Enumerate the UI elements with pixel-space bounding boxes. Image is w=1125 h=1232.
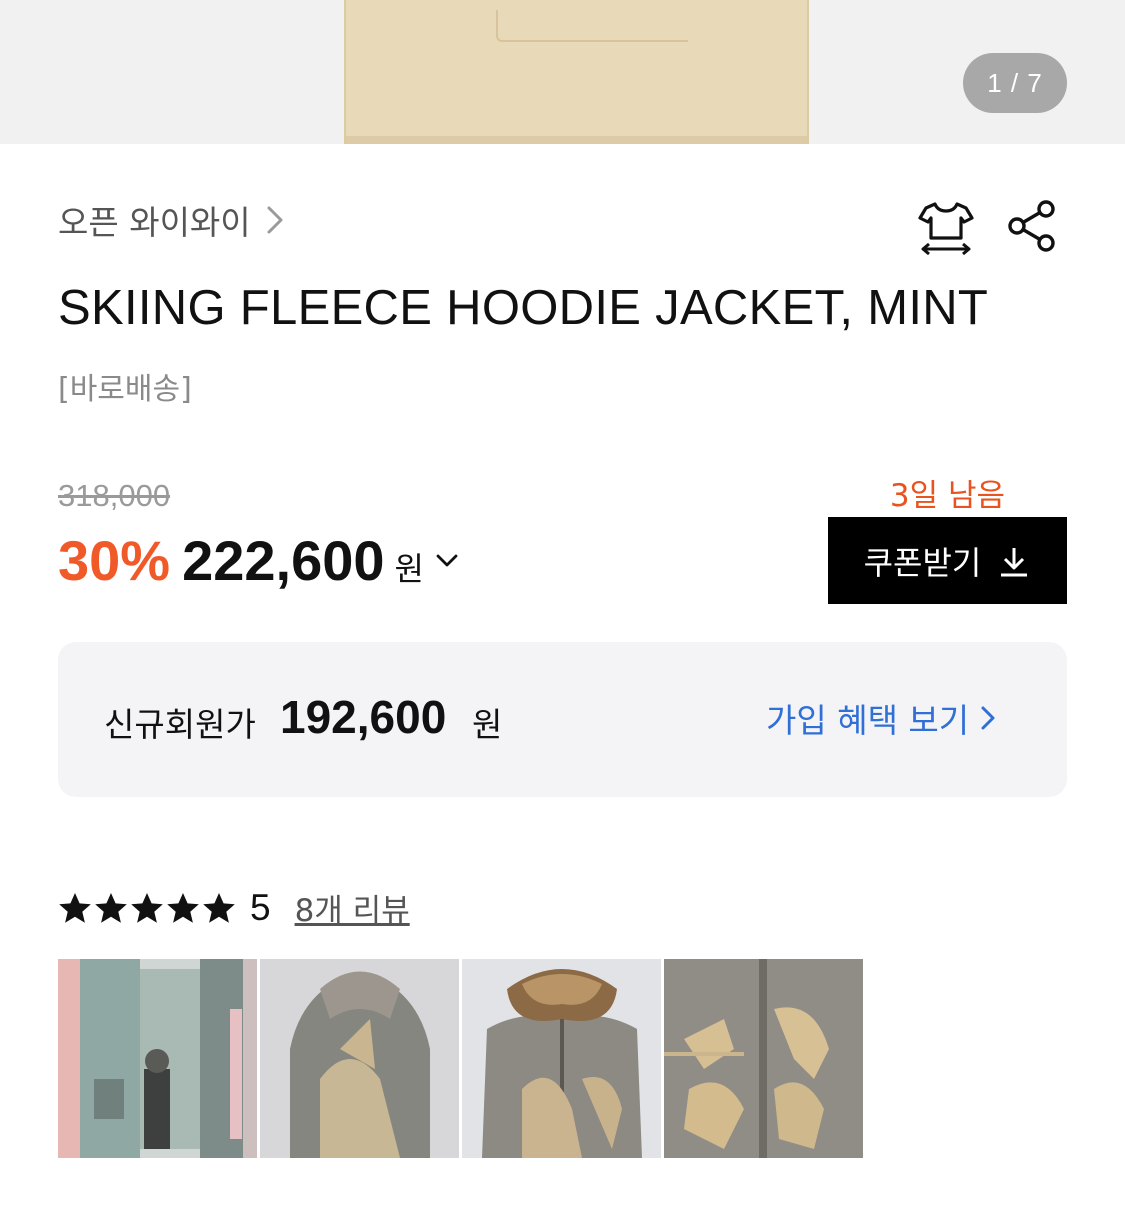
- star-icon: [59, 892, 91, 923]
- price-row: 30% 222,600 원: [58, 528, 462, 593]
- gallery-page-counter: 1 / 7: [963, 53, 1067, 113]
- chevron-down-icon[interactable]: [432, 546, 462, 576]
- sale-price: 222,600: [182, 529, 385, 592]
- product-image-gallery[interactable]: 1 / 7: [0, 0, 1125, 144]
- download-icon: [1001, 547, 1028, 576]
- coupon-download-button[interactable]: 쿠폰받기: [828, 517, 1067, 604]
- product-title: SKIING FLEECE HOODIE JACKET, MINT: [58, 281, 989, 335]
- review-count-link[interactable]: 8개 리뷰: [295, 885, 410, 930]
- brand-link[interactable]: 오픈 와이와이: [58, 196, 289, 244]
- signup-benefit-link[interactable]: 가입 혜택 보기: [766, 694, 999, 742]
- member-price-label: 신규회원가: [104, 705, 256, 744]
- star-rating: [58, 891, 236, 925]
- review-photo-4[interactable]: [664, 959, 863, 1158]
- rating-row: 5 8개 리뷰: [58, 885, 410, 930]
- star-icon: [167, 892, 199, 923]
- rating-score: 5: [250, 886, 271, 928]
- delivery-tag: [바로배송]: [58, 372, 192, 407]
- member-currency: 원: [472, 705, 503, 744]
- review-photo-3[interactable]: [462, 959, 661, 1158]
- chevron-right-icon: [981, 706, 995, 730]
- chevron-right-icon: [267, 206, 283, 234]
- sale-currency: 원: [394, 550, 424, 588]
- brand-name: 오픈 와이와이: [58, 203, 251, 242]
- coupon-button-label: 쿠폰받기: [863, 543, 982, 582]
- member-price: 192,600: [280, 691, 447, 743]
- review-photo-list: [58, 959, 863, 1158]
- star-icon: [131, 892, 163, 923]
- original-price: 318,000: [58, 478, 171, 513]
- review-photo-1[interactable]: [58, 959, 257, 1158]
- signup-benefit-label: 가입 혜택 보기: [766, 701, 970, 740]
- coupon-days-left: 3일 남음: [889, 478, 1006, 514]
- share-icon[interactable]: [1004, 198, 1060, 254]
- product-main-image: [344, 0, 809, 144]
- star-icon: [95, 892, 127, 923]
- new-member-price-box: 신규회원가 192,600 원 가입 혜택 보기: [58, 642, 1067, 797]
- star-icon: [203, 892, 235, 923]
- review-photo-2[interactable]: [260, 959, 459, 1158]
- tshirt-size-icon[interactable]: [916, 196, 976, 258]
- discount-rate: 30%: [58, 529, 171, 592]
